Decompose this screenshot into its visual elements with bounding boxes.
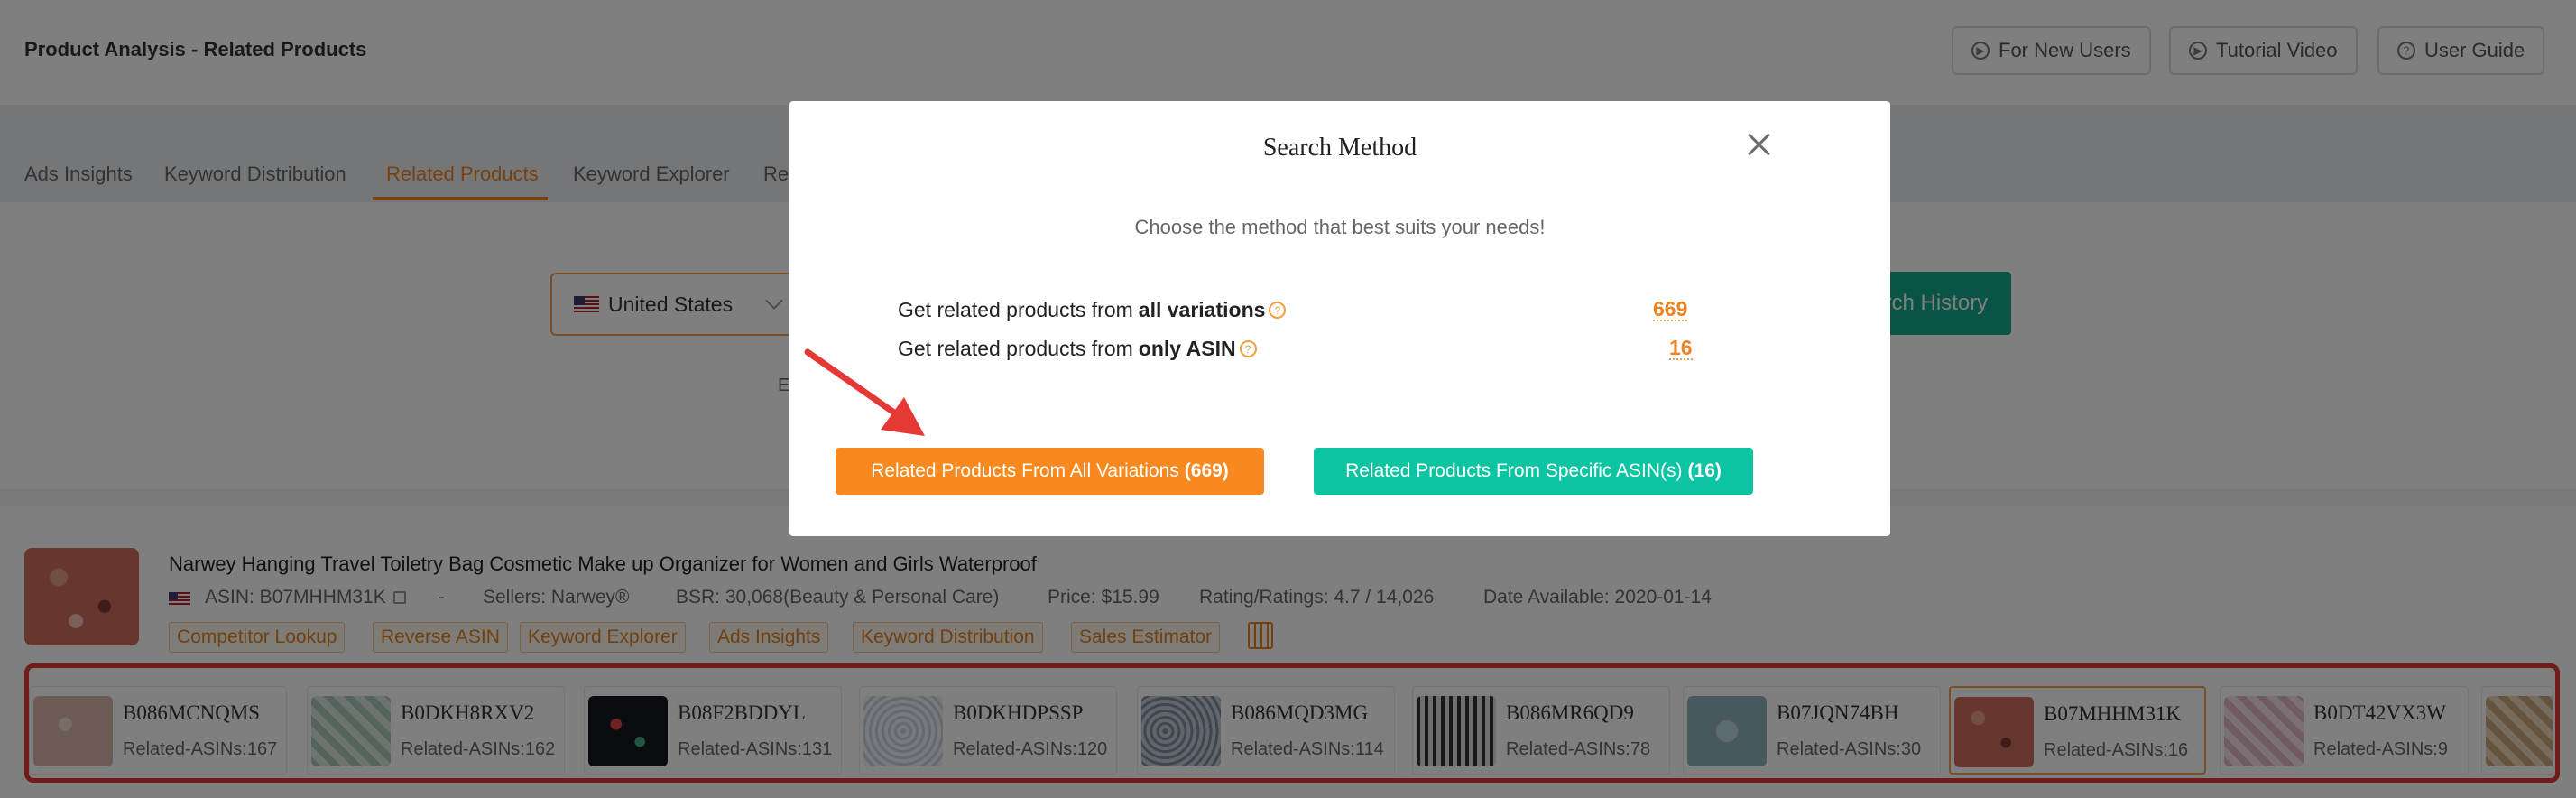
- related-all-variations-button[interactable]: Related Products From All Variations (66…: [836, 448, 1264, 495]
- close-icon[interactable]: [1742, 128, 1775, 161]
- option-prefix: Get related products from: [898, 298, 1133, 321]
- search-method-modal: Search Method Choose the method that bes…: [789, 101, 1890, 536]
- help-icon[interactable]: ?: [1269, 302, 1287, 319]
- option-bold: only ASIN: [1138, 337, 1236, 360]
- option-prefix: Get related products from: [898, 337, 1133, 360]
- button-label: Related Products From Specific ASIN(s): [1345, 460, 1683, 481]
- annotation-arrow-icon: [804, 348, 925, 436]
- help-icon[interactable]: ?: [1239, 340, 1257, 357]
- option-all-count[interactable]: 669: [1653, 298, 1688, 321]
- option-all-variations: Get related products from all variations…: [898, 298, 1287, 322]
- modal-title: Search Method: [1262, 134, 1417, 162]
- option-only-asin: Get related products from only ASIN ?: [898, 337, 1257, 361]
- option-only-count[interactable]: 16: [1669, 337, 1693, 360]
- button-count: (669): [1184, 460, 1229, 481]
- related-specific-asin-button[interactable]: Related Products From Specific ASIN(s) (…: [1314, 448, 1753, 495]
- option-bold: all variations: [1138, 298, 1266, 321]
- button-label: Related Products From All Variations: [871, 460, 1179, 481]
- button-count: (16): [1687, 460, 1722, 481]
- modal-subtitle: Choose the method that best suits your n…: [1134, 216, 1546, 238]
